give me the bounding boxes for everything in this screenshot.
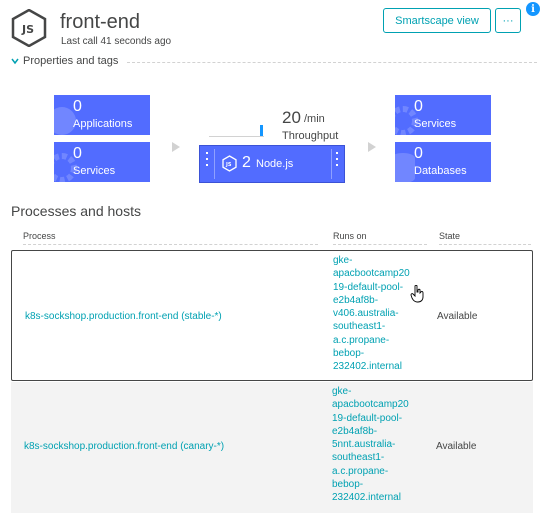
throughput-unit: /min (304, 113, 325, 125)
last-call-text: Last call 41 seconds ago (61, 36, 172, 47)
state-value: Available (437, 311, 478, 322)
outgoing-services-label: Services (414, 118, 457, 130)
more-options-button[interactable]: ··· (495, 8, 521, 33)
throughput-baseline (209, 136, 264, 137)
incoming-services-count: 0 (73, 145, 82, 162)
properties-and-tags-label: Properties and tags (23, 55, 119, 67)
table-row[interactable]: k8s-sockshop.production.front-end (stabl… (11, 250, 533, 381)
host-link[interactable]: gke- apacbootcamp20 19-default-pool- e2b… (332, 385, 422, 505)
host-link[interactable]: gke- apacbootcamp20 19-default-pool- e2b… (333, 254, 423, 374)
databases-tile[interactable]: 0 Databases (395, 142, 491, 182)
page-title: front-end (60, 11, 141, 33)
databases-count: 0 (414, 145, 423, 162)
table-row[interactable]: k8s-sockshop.production.front-end (canar… (11, 382, 533, 513)
applications-label: Applications (73, 118, 133, 130)
incoming-services-label: Services (73, 165, 116, 177)
svg-text:JS: JS (21, 23, 34, 36)
column-header-runs-on[interactable]: Runs on (333, 231, 427, 245)
info-icon[interactable]: i (526, 2, 540, 16)
throughput-value: 20 (282, 108, 301, 127)
nodejs-process-group[interactable]: JS 2 Node.js (199, 145, 345, 183)
nodejs-logo-icon: JS (11, 9, 47, 47)
column-header-state[interactable]: State (439, 231, 531, 245)
arrow-right-icon (368, 142, 376, 152)
outgoing-services-tile[interactable]: 0 Services (395, 95, 491, 135)
state-value: Available (436, 441, 477, 452)
processes-section-title: Processes and hosts (11, 203, 141, 219)
column-header-process[interactable]: Process (23, 231, 318, 245)
nodejs-count: 2 (242, 154, 251, 171)
throughput-label: Throughput (282, 130, 339, 142)
nodejs-label: Node.js (256, 158, 294, 170)
outgoing-services-count: 0 (414, 98, 423, 115)
process-link[interactable]: k8s-sockshop.production.front-end (canar… (24, 441, 224, 452)
divider (127, 62, 537, 63)
applications-tile[interactable]: 0 Applications (54, 95, 150, 135)
hand-cursor-icon (410, 285, 424, 303)
process-link[interactable]: k8s-sockshop.production.front-end (stabl… (25, 311, 222, 322)
chevron-down-icon (11, 58, 19, 65)
svg-text:JS: JS (225, 162, 232, 168)
nodejs-icon: JS (222, 155, 237, 172)
databases-label: Databases (414, 165, 467, 177)
arrow-right-icon (172, 142, 180, 152)
drag-handle-left (203, 148, 211, 180)
throughput-sparkline (260, 125, 263, 136)
smartscape-view-button[interactable]: Smartscape view (383, 8, 491, 33)
drag-handle-right (333, 148, 341, 180)
applications-count: 0 (73, 98, 82, 115)
properties-and-tags-toggle[interactable]: Properties and tags (11, 55, 118, 67)
incoming-services-tile[interactable]: 0 Services (54, 142, 150, 182)
